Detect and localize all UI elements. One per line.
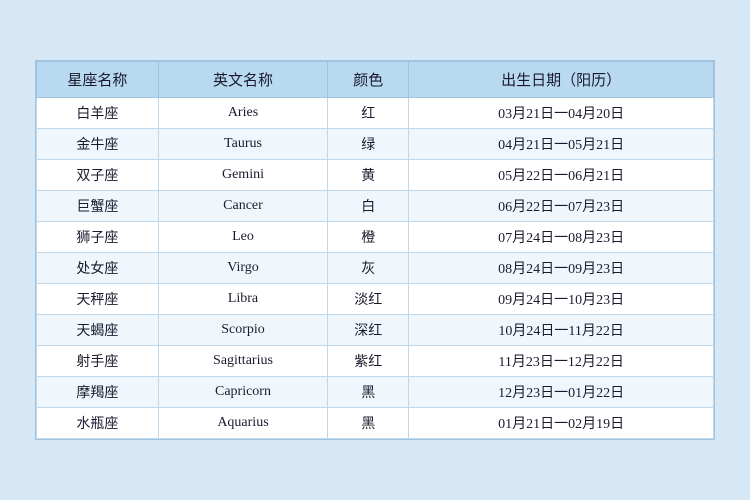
cell-chinese: 水瓶座 (37, 408, 159, 439)
cell-english: Capricorn (158, 377, 327, 408)
table-header-row: 星座名称 英文名称 颜色 出生日期（阳历） (37, 62, 714, 98)
cell-chinese: 巨蟹座 (37, 191, 159, 222)
cell-date: 03月21日一04月20日 (409, 98, 714, 129)
table-row: 天秤座Libra淡红09月24日一10月23日 (37, 284, 714, 315)
cell-color: 紫红 (328, 346, 409, 377)
cell-english: Taurus (158, 129, 327, 160)
table-row: 处女座Virgo灰08月24日一09月23日 (37, 253, 714, 284)
header-chinese: 星座名称 (37, 62, 159, 98)
cell-chinese: 金牛座 (37, 129, 159, 160)
cell-date: 08月24日一09月23日 (409, 253, 714, 284)
cell-english: Libra (158, 284, 327, 315)
table-row: 天蝎座Scorpio深红10月24日一11月22日 (37, 315, 714, 346)
cell-color: 橙 (328, 222, 409, 253)
table-row: 金牛座Taurus绿04月21日一05月21日 (37, 129, 714, 160)
cell-color: 绿 (328, 129, 409, 160)
cell-color: 黑 (328, 377, 409, 408)
table-row: 狮子座Leo橙07月24日一08月23日 (37, 222, 714, 253)
zodiac-table-container: 星座名称 英文名称 颜色 出生日期（阳历） 白羊座Aries红03月21日一04… (35, 60, 715, 440)
cell-date: 07月24日一08月23日 (409, 222, 714, 253)
cell-color: 灰 (328, 253, 409, 284)
cell-color: 深红 (328, 315, 409, 346)
cell-color: 白 (328, 191, 409, 222)
cell-date: 06月22日一07月23日 (409, 191, 714, 222)
header-date: 出生日期（阳历） (409, 62, 714, 98)
cell-date: 05月22日一06月21日 (409, 160, 714, 191)
cell-date: 10月24日一11月22日 (409, 315, 714, 346)
zodiac-table: 星座名称 英文名称 颜色 出生日期（阳历） 白羊座Aries红03月21日一04… (36, 61, 714, 439)
table-body: 白羊座Aries红03月21日一04月20日金牛座Taurus绿04月21日一0… (37, 98, 714, 439)
cell-english: Leo (158, 222, 327, 253)
cell-chinese: 天蝎座 (37, 315, 159, 346)
table-row: 射手座Sagittarius紫红11月23日一12月22日 (37, 346, 714, 377)
cell-english: Scorpio (158, 315, 327, 346)
cell-english: Aquarius (158, 408, 327, 439)
table-row: 摩羯座Capricorn黑12月23日一01月22日 (37, 377, 714, 408)
cell-date: 01月21日一02月19日 (409, 408, 714, 439)
cell-date: 11月23日一12月22日 (409, 346, 714, 377)
cell-date: 12月23日一01月22日 (409, 377, 714, 408)
cell-english: Aries (158, 98, 327, 129)
cell-color: 黑 (328, 408, 409, 439)
table-row: 双子座Gemini黄05月22日一06月21日 (37, 160, 714, 191)
cell-color: 红 (328, 98, 409, 129)
cell-chinese: 天秤座 (37, 284, 159, 315)
cell-chinese: 射手座 (37, 346, 159, 377)
table-row: 巨蟹座Cancer白06月22日一07月23日 (37, 191, 714, 222)
cell-chinese: 处女座 (37, 253, 159, 284)
cell-chinese: 摩羯座 (37, 377, 159, 408)
cell-english: Cancer (158, 191, 327, 222)
table-row: 白羊座Aries红03月21日一04月20日 (37, 98, 714, 129)
table-row: 水瓶座Aquarius黑01月21日一02月19日 (37, 408, 714, 439)
header-color: 颜色 (328, 62, 409, 98)
cell-chinese: 双子座 (37, 160, 159, 191)
cell-english: Sagittarius (158, 346, 327, 377)
cell-color: 黄 (328, 160, 409, 191)
cell-date: 04月21日一05月21日 (409, 129, 714, 160)
cell-color: 淡红 (328, 284, 409, 315)
header-english: 英文名称 (158, 62, 327, 98)
cell-english: Virgo (158, 253, 327, 284)
cell-english: Gemini (158, 160, 327, 191)
cell-chinese: 白羊座 (37, 98, 159, 129)
cell-date: 09月24日一10月23日 (409, 284, 714, 315)
cell-chinese: 狮子座 (37, 222, 159, 253)
